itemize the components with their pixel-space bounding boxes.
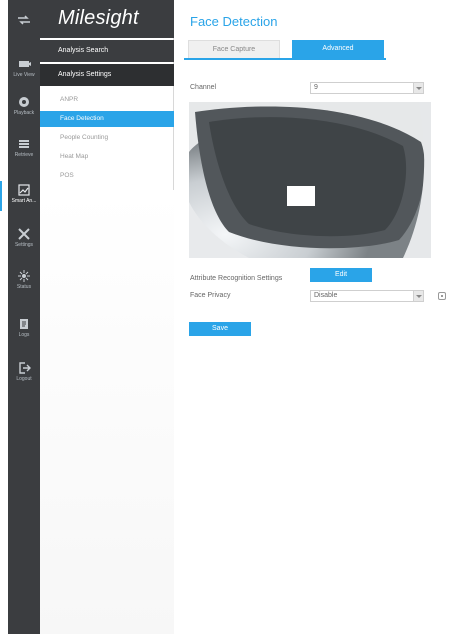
rail-label: Settings: [14, 242, 34, 248]
logs-icon: [20, 319, 28, 329]
chevron-down-icon: [413, 83, 423, 93]
rail-item-smart-analytics[interactable]: Smart An...: [0, 181, 40, 211]
channel-value: 9: [314, 84, 318, 91]
rail-item-menu[interactable]: [8, 14, 40, 26]
page-title: Face Detection: [190, 14, 278, 29]
menu-analysis-search[interactable]: Analysis Search: [40, 40, 174, 62]
menu-analysis-settings[interactable]: Analysis Settings: [40, 64, 174, 86]
attribute-recognition-label: Attribute Recognition Settings: [190, 275, 283, 282]
video-preview[interactable]: [189, 102, 431, 258]
menu-background: [40, 190, 174, 634]
status-icon: [18, 270, 30, 282]
tab-face-capture[interactable]: Face Capture: [188, 40, 280, 58]
brand-header: Milesight: [40, 0, 174, 38]
rail-label: Smart An...: [11, 198, 37, 204]
tab-advanced[interactable]: Advanced: [292, 40, 384, 58]
face-privacy-value: Disable: [314, 292, 338, 299]
rail-label: Playback: [13, 110, 35, 116]
channel-select[interactable]: 9: [310, 82, 424, 94]
camera-frame: [189, 102, 431, 258]
sub-item-people-counting[interactable]: People Counting: [40, 130, 174, 146]
live-view-icon: [19, 61, 31, 67]
side-menu: Milesight Analysis Search Analysis Setti…: [40, 0, 174, 634]
tab-bar: Face Capture Advanced: [184, 40, 386, 60]
playback-icon: [19, 97, 29, 107]
rail-item-retrieve[interactable]: Retrieve: [8, 138, 40, 158]
logout-icon: [19, 362, 31, 374]
smart-analytics-icon: [18, 184, 30, 196]
save-button[interactable]: Save: [189, 322, 251, 336]
rail-item-logs[interactable]: Logs: [8, 318, 40, 338]
rail-label: Live View: [13, 72, 35, 78]
channel-label: Channel: [190, 84, 217, 91]
settings-icon: [18, 228, 30, 240]
sub-item-heat-map[interactable]: Heat Map: [40, 149, 174, 165]
face-privacy-select[interactable]: Disable: [310, 290, 424, 302]
rail-item-settings[interactable]: Settings: [8, 228, 40, 248]
rail-item-live-view[interactable]: Live View: [8, 58, 40, 78]
brand-logo: Milesight: [58, 7, 139, 29]
rail-label: Status: [16, 284, 32, 290]
shuffle-icon: [18, 15, 30, 25]
sub-item-anpr[interactable]: ANPR: [40, 92, 174, 108]
sub-item-face-detection[interactable]: Face Detection: [40, 111, 174, 127]
retrieve-icon: [19, 140, 29, 148]
rail-label: Retrieve: [14, 152, 34, 158]
sub-item-pos[interactable]: POS: [40, 168, 174, 184]
chevron-down-icon: [413, 291, 423, 301]
rail-item-status[interactable]: Status: [8, 270, 40, 290]
help-icon[interactable]: [438, 292, 446, 300]
rail-label: Logs: [18, 332, 30, 338]
rail-item-playback[interactable]: Playback: [8, 96, 40, 116]
nav-rail: Live View Playback Retrieve Smart An... …: [0, 0, 40, 634]
face-privacy-label: Face Privacy: [190, 292, 231, 299]
face-privacy-box: [287, 186, 315, 206]
rail-item-logout[interactable]: Logout: [8, 362, 40, 382]
rail-label: Logout: [16, 376, 32, 382]
main-content: Face Detection Face Capture Advanced Cha…: [176, 0, 458, 634]
edit-button[interactable]: Edit: [310, 268, 372, 282]
